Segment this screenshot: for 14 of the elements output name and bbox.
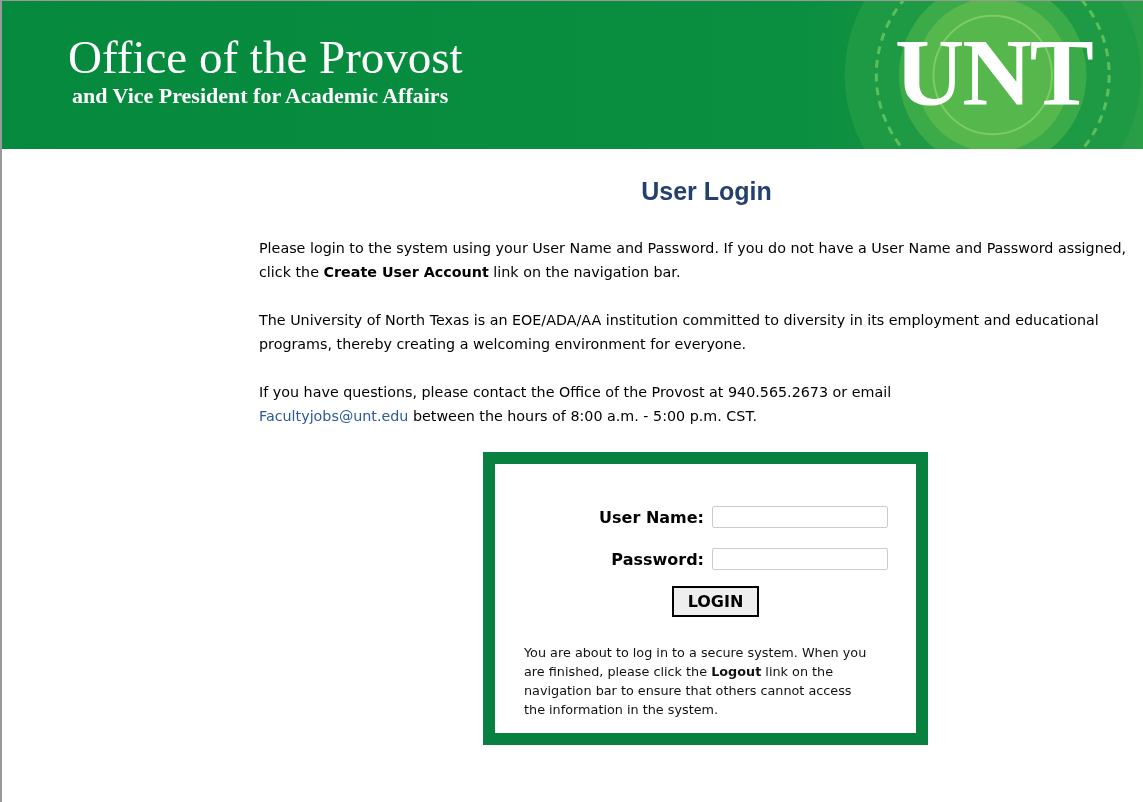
security-notice: You are about to log in to a secure system. When you are finished, please click the Logout link on the navigation bar to ensure that others cannot access the information in the system.	[524, 644, 868, 719]
contact-paragraph: If you have questions, please contact the Office of the Provost at 940.565.2673 or email Facultyjobs@unt.edu between the hours of 8:00 a.m. - 5:00 p.m. CST.	[259, 383, 893, 426]
page-heading: User Login	[640, 177, 773, 206]
input-field[interactable]	[712, 506, 888, 528]
field-label: Password:	[611, 549, 704, 569]
info-paragraph: Please login to the system using your User Name and Password. If you do not have a User Name and Password assigned, click the Create User Account link on the navigation bar.	[259, 239, 1128, 282]
site-subtitle: and Vice President for Academic Affairs	[72, 83, 450, 109]
email-link[interactable]: Facultyjobs@unt.edu	[259, 408, 409, 424]
info-paragraph: The University of North Texas is an EOE/ADA/AA institution committed to diversity in its employment and educational programs, thereby creating a welcoming environment for everyone.	[259, 311, 1100, 354]
login-button[interactable]: LOGIN	[671, 586, 760, 617]
input-field[interactable]	[712, 548, 888, 570]
field-label: User Name:	[599, 507, 704, 527]
site-title: Office of the Provost	[68, 31, 463, 83]
logo-text: UNT	[895, 23, 1092, 123]
